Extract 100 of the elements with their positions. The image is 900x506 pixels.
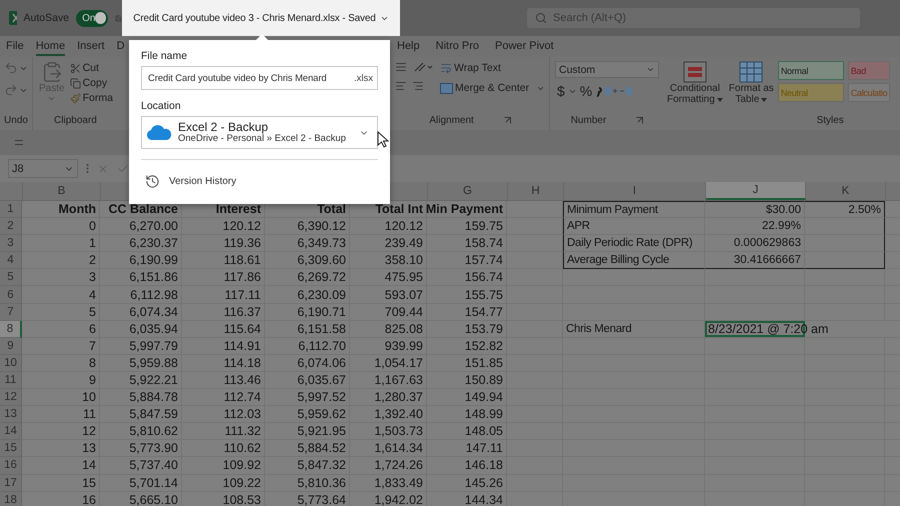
undo-icon[interactable] <box>4 61 18 75</box>
decrease-indent-icon[interactable] <box>395 80 407 92</box>
group-label: Undo <box>4 115 28 126</box>
dialog-launcher-icon[interactable] <box>504 117 511 124</box>
table-cell: 108.53 <box>182 492 265 506</box>
table-cell: 112.03 <box>182 406 265 424</box>
row-number[interactable]: 11 <box>0 372 22 390</box>
copy-button[interactable]: Copy <box>68 76 108 90</box>
table-cell: 1,724.26 <box>350 457 427 474</box>
row-number[interactable]: 5 <box>0 269 22 286</box>
table-cell: 6,151.86 <box>100 269 182 286</box>
format-as-table-button[interactable]: Format as Table <box>726 61 776 105</box>
table-cell: 154.77 <box>427 304 507 321</box>
table-cell: 358.10 <box>350 252 427 270</box>
copy-icon <box>70 78 81 88</box>
conditional-formatting-button[interactable]: Conditional Formatting <box>665 61 725 105</box>
row-number[interactable]: 13 <box>0 406 22 424</box>
row-number[interactable]: 14 <box>0 423 22 440</box>
row-number[interactable]: 12 <box>0 389 22 406</box>
dialog-launcher-icon[interactable] <box>636 117 644 124</box>
column-header[interactable]: J <box>706 182 806 200</box>
row-number[interactable]: 10 <box>0 354 22 372</box>
ribbon-tab[interactable]: D <box>116 38 125 56</box>
row-number[interactable]: 4 <box>0 252 22 270</box>
cell-style-option[interactable]: Bad <box>848 61 890 80</box>
row-number[interactable]: 7 <box>0 304 22 321</box>
currency-button[interactable]: $ <box>555 83 567 99</box>
table-cell: 5,922.21 <box>100 372 182 390</box>
table-cell: 109.22 <box>182 474 265 492</box>
version-history-link[interactable]: Version History <box>141 174 378 189</box>
column-header[interactable]: H <box>508 182 564 200</box>
table-cell: 8 <box>22 354 100 372</box>
table-cell: 120.12 <box>182 218 265 236</box>
increase-decimal-icon[interactable] <box>604 85 618 97</box>
table-cell: 6,035.94 <box>100 320 182 338</box>
table-cell: 6 <box>22 320 100 338</box>
table-cell: 5,997.52 <box>265 389 350 406</box>
redo-icon[interactable] <box>4 83 18 97</box>
table-cell: 5,737.40 <box>100 457 182 474</box>
row-number[interactable]: 1 <box>0 201 22 218</box>
decrease-decimal-icon[interactable] <box>619 85 634 97</box>
table-cell: 9 <box>22 372 100 390</box>
format-painter-button[interactable]: Forma <box>68 91 114 105</box>
cell-style-option[interactable]: Neutral <box>778 83 844 102</box>
row-number[interactable]: 15 <box>0 440 22 458</box>
row-number[interactable]: 3 <box>0 235 22 252</box>
row-number[interactable]: 17 <box>0 474 22 492</box>
cell-style-option[interactable]: Calculatio <box>848 83 890 102</box>
ribbon-tab[interactable]: Insert <box>77 38 105 56</box>
ribbon-tab[interactable]: Power Pivot <box>495 38 554 56</box>
table-cell: 114.18 <box>182 354 265 372</box>
table-cell: 153.79 <box>427 320 507 338</box>
ribbon-tab[interactable]: Help <box>397 38 420 56</box>
group-label: Number <box>570 115 606 126</box>
caret-icon <box>761 98 768 102</box>
autosave-toggle[interactable]: On <box>76 10 108 26</box>
table-cell: Chris Menard <box>563 320 705 338</box>
row-number[interactable]: 9 <box>0 338 22 355</box>
table-cell: 144.34 <box>427 492 507 506</box>
table-cell: 147.11 <box>427 440 507 458</box>
table-cell: 148.99 <box>427 406 507 424</box>
table-cell: 5,773.90 <box>100 440 182 458</box>
align-icon[interactable] <box>395 61 407 73</box>
ribbon-tab[interactable]: Nitro Pro <box>436 38 480 56</box>
table-cell: 5,884.78 <box>100 389 182 406</box>
table-cell: 110.62 <box>182 440 265 458</box>
clock-icon <box>145 174 160 189</box>
table-cell: 16 <box>22 492 100 506</box>
row-number[interactable]: 2 <box>0 218 22 236</box>
group-label: Clipboard <box>54 115 97 126</box>
ribbon-tab[interactable]: File <box>6 38 24 56</box>
table-cell: 112.74 <box>182 389 265 406</box>
table-cell: 0 <box>22 218 100 236</box>
table-cell: 151.85 <box>427 354 507 372</box>
wrap-text-button[interactable]: Wrap Text <box>439 61 502 75</box>
check-icon[interactable] <box>117 162 129 174</box>
merge-center-button[interactable]: Merge & Center <box>439 81 530 95</box>
table-cell: 150.89 <box>427 372 507 390</box>
column-header[interactable]: K <box>806 182 886 200</box>
table-cell: Average Billing Cycle <box>563 252 705 270</box>
cancel-icon[interactable] <box>97 162 109 174</box>
comma-style-icon[interactable] <box>595 85 604 97</box>
percent-button[interactable]: % <box>578 83 594 99</box>
file-extension: .xlsx <box>354 72 373 84</box>
row-number[interactable]: 16 <box>0 457 22 474</box>
row-number[interactable]: 6 <box>0 286 22 304</box>
column-header[interactable]: B <box>23 182 101 200</box>
table-cell: Daily Periodic Rate (DPR) <box>563 235 705 252</box>
row-number[interactable]: 8 <box>0 320 22 338</box>
increase-indent-icon[interactable] <box>412 80 424 92</box>
lines-icon[interactable] <box>15 139 23 146</box>
table-cell: 5 <box>22 304 100 321</box>
row-number[interactable]: 18 <box>0 492 22 506</box>
column-header[interactable]: G <box>428 182 508 200</box>
cell-style-option[interactable]: Normal <box>778 61 844 80</box>
location-select[interactable]: Excel 2 - Backup OneDrive - Personal » Excel 2 - Backup <box>141 116 378 149</box>
text-angle-icon[interactable] <box>413 61 433 73</box>
name-box[interactable]: J8 <box>8 159 78 178</box>
number-format-select[interactable]: Custom <box>555 61 659 78</box>
cut-button[interactable]: Cut <box>68 61 100 75</box>
